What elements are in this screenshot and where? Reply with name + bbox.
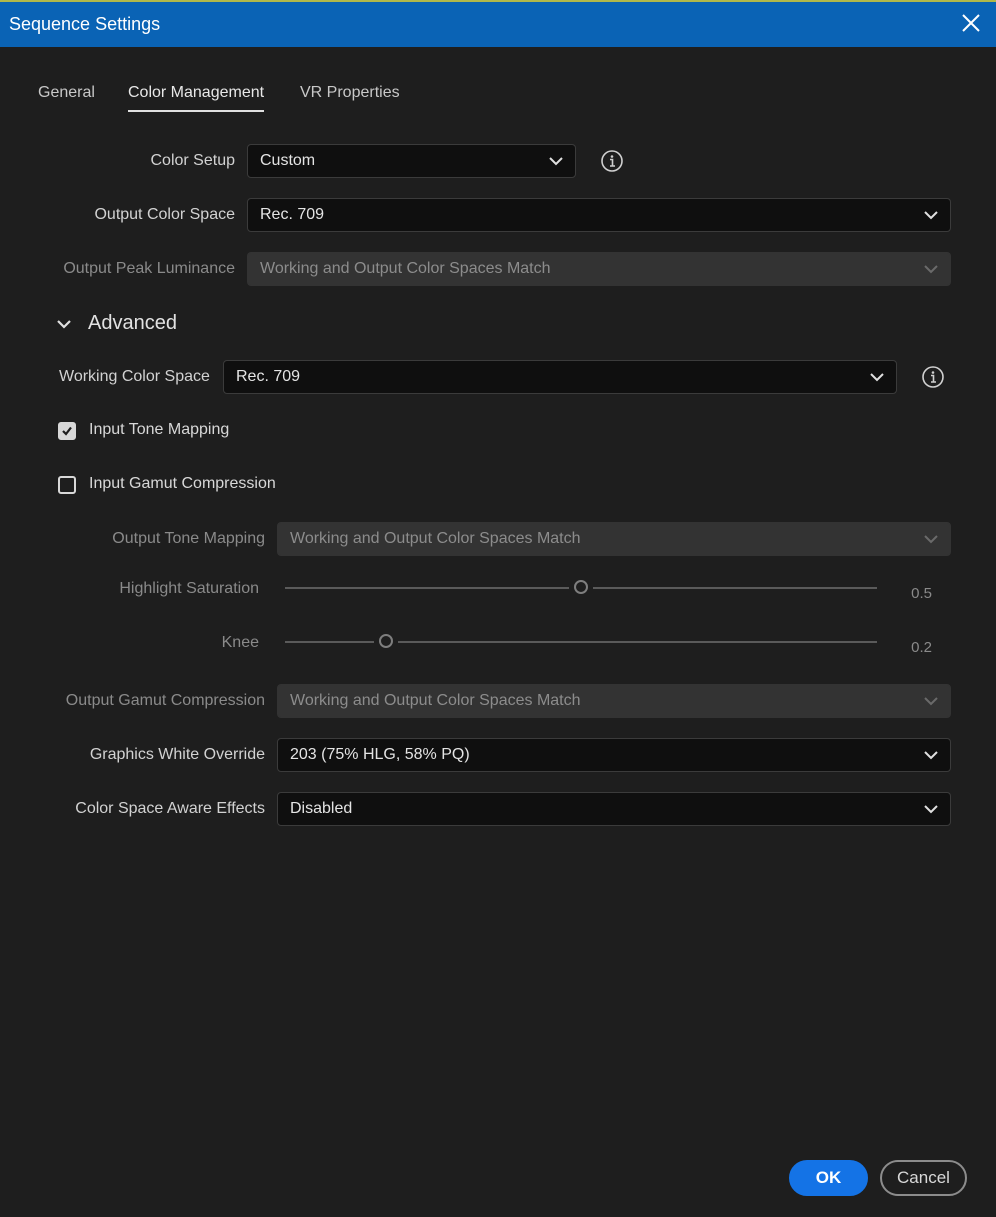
highlight-saturation-slider[interactable] <box>285 580 877 596</box>
slider-track <box>593 587 877 589</box>
output-peak-luminance-value: Working and Output Color Spaces Match <box>260 260 551 277</box>
highlight-saturation-value: 0.5 <box>911 585 932 602</box>
output-color-space-label: Output Color Space <box>94 206 235 223</box>
advanced-section-title: Advanced <box>88 312 177 334</box>
color-space-aware-effects-label: Color Space Aware Effects <box>75 800 265 817</box>
working-color-space-label: Working Color Space <box>59 368 210 385</box>
output-tone-mapping-value: Working and Output Color Spaces Match <box>290 530 581 547</box>
color-space-aware-effects-value: Disabled <box>290 800 353 817</box>
tab-vr-properties[interactable]: VR Properties <box>300 84 400 110</box>
output-peak-luminance-label: Output Peak Luminance <box>63 260 235 277</box>
output-peak-luminance-dropdown: Working and Output Color Spaces Match <box>247 252 951 286</box>
chevron-down-icon <box>924 535 938 544</box>
output-gamut-compression-dropdown: Working and Output Color Spaces Match <box>277 684 951 718</box>
color-setup-value: Custom <box>260 152 316 169</box>
tab-general[interactable]: General <box>38 84 95 110</box>
highlight-saturation-label: Highlight Saturation <box>119 580 259 597</box>
output-gamut-compression-value: Working and Output Color Spaces Match <box>290 692 581 709</box>
chevron-down-icon <box>57 320 71 329</box>
graphics-white-override-dropdown[interactable]: 203 (75% HLG, 58% PQ) <box>277 738 951 772</box>
chevron-down-icon <box>870 373 884 382</box>
cancel-button[interactable]: Cancel <box>880 1160 967 1196</box>
input-tone-mapping-label: Input Tone Mapping <box>89 421 230 438</box>
chevron-down-icon <box>924 805 938 814</box>
chevron-down-icon <box>924 265 938 274</box>
info-icon[interactable] <box>600 149 624 173</box>
input-gamut-compression-label: Input Gamut Compression <box>89 475 276 492</box>
slider-track <box>285 587 569 589</box>
info-icon[interactable] <box>921 365 945 389</box>
chevron-down-icon <box>924 211 938 220</box>
slider-track <box>398 641 877 643</box>
output-color-space-dropdown[interactable]: Rec. 709 <box>247 198 951 232</box>
knee-slider[interactable] <box>285 634 877 650</box>
chevron-down-icon <box>549 157 563 166</box>
knee-label: Knee <box>221 634 259 651</box>
output-tone-mapping-dropdown: Working and Output Color Spaces Match <box>277 522 951 556</box>
chevron-down-icon <box>924 697 938 706</box>
knee-value: 0.2 <box>911 639 932 656</box>
close-icon[interactable] <box>960 12 982 34</box>
working-color-space-dropdown[interactable]: Rec. 709 <box>223 360 897 394</box>
output-gamut-compression-label: Output Gamut Compression <box>65 692 265 709</box>
output-tone-mapping-label: Output Tone Mapping <box>112 530 265 547</box>
tab-color-management[interactable]: Color Management <box>128 84 265 112</box>
graphics-white-override-value: 203 (75% HLG, 58% PQ) <box>290 746 470 763</box>
color-setup-dropdown[interactable]: Custom <box>247 144 576 178</box>
checkmark-icon <box>62 426 72 436</box>
slider-thumb[interactable] <box>574 580 588 594</box>
color-setup-label: Color Setup <box>150 152 236 169</box>
color-space-aware-effects-dropdown[interactable]: Disabled <box>277 792 951 826</box>
window-title: Sequence Settings <box>9 14 161 34</box>
working-color-space-value: Rec. 709 <box>236 368 301 385</box>
title-bar: Sequence Settings <box>0 0 996 47</box>
slider-thumb[interactable] <box>379 634 393 648</box>
graphics-white-override-label: Graphics White Override <box>89 746 265 763</box>
ok-button[interactable]: OK <box>789 1160 868 1196</box>
output-color-space-value: Rec. 709 <box>260 206 325 223</box>
checkbox-unchecked[interactable] <box>58 476 76 494</box>
chevron-down-icon <box>924 751 938 760</box>
slider-track <box>285 641 374 643</box>
checkbox-checked[interactable] <box>58 422 76 440</box>
